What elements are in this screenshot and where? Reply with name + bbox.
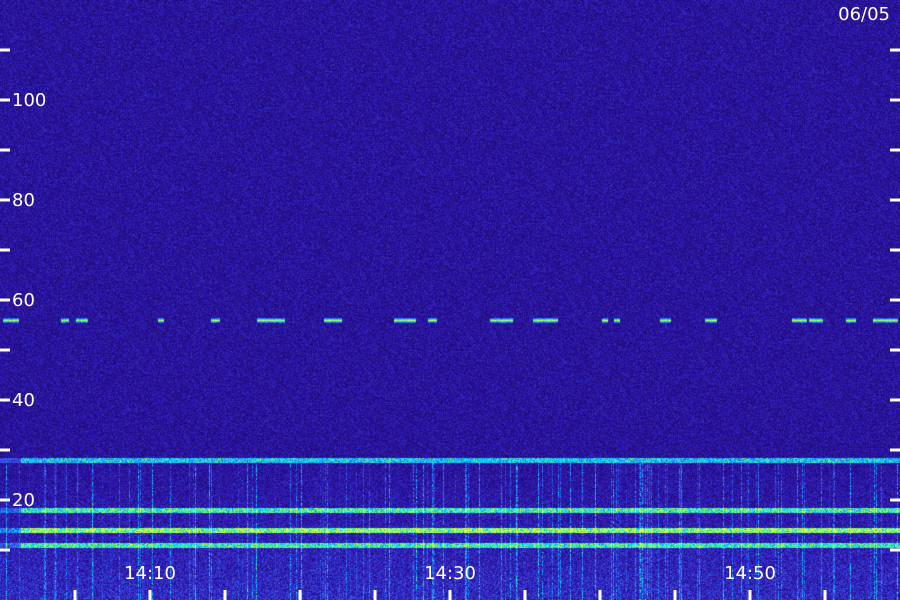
- x-tick-label: 14:30: [424, 563, 476, 584]
- y-tick-label: 80: [12, 190, 35, 211]
- x-tick-label: 14:10: [124, 563, 176, 584]
- y-tick-label: 100: [12, 90, 46, 111]
- y-tick-label: 60: [12, 290, 35, 311]
- spectrogram-chart: 20 40 60 80 100 14:10 14:30 14:50 06/05: [0, 0, 900, 600]
- y-tick-label: 40: [12, 390, 35, 411]
- y-tick-label: 20: [12, 490, 35, 511]
- date-label: 06/05: [838, 4, 890, 25]
- axis-overlay: 20 40 60 80 100 14:10 14:30 14:50: [0, 48, 900, 600]
- x-tick-label: 14:50: [724, 563, 776, 584]
